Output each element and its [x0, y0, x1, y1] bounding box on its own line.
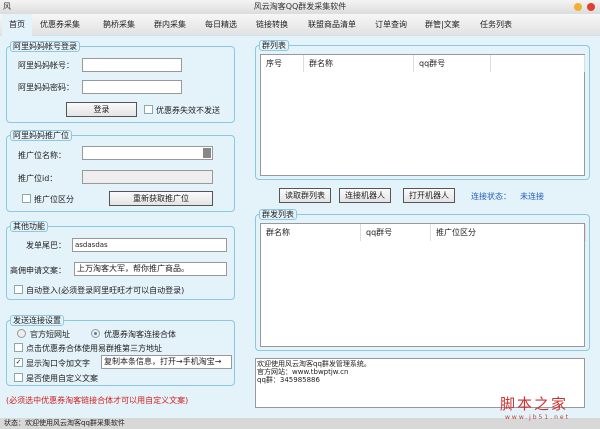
group-list-group: 群列表 序号 群名称 qq群号 [255, 40, 590, 180]
login-button[interactable]: 登录 [66, 102, 137, 117]
tab-queqiao[interactable]: 鹊桥采集 [103, 19, 135, 30]
close-button[interactable] [587, 3, 595, 11]
connection-status-label: 连接状态： [471, 192, 511, 201]
group-title: 群列表 [259, 40, 289, 51]
radio-official-label: 官方短网址 [30, 330, 70, 339]
column-header-index[interactable]: 序号 [261, 55, 304, 72]
dropdown-arrow-icon[interactable] [203, 148, 211, 158]
custom-text-checkbox[interactable] [14, 373, 23, 382]
adzone-name-select[interactable] [82, 146, 213, 160]
tab-link-convert[interactable]: 链接转换 [256, 19, 288, 30]
refresh-adzone-button[interactable]: 重新获取推广位 [109, 191, 213, 206]
connection-status-value: 未连接 [520, 192, 544, 201]
password-input[interactable] [82, 80, 182, 94]
autologin-label: 自动登入(必须登录阿里旺旺才可以自动登录) [26, 286, 185, 295]
column-header-group-name[interactable]: 群名称 [261, 224, 361, 241]
tkl-checkbox[interactable]: ✓ [14, 358, 23, 367]
send-list-group: 群发列表 群名称 qq群号 推广位区分 [255, 209, 590, 351]
tab-coupon[interactable]: 优惠券采集 [40, 19, 80, 30]
column-header-group-name[interactable]: 群名称 [304, 55, 414, 72]
custom-text-note: (必须选中优惠券淘客链接合体才可以用自定义文案) [6, 396, 189, 405]
column-header-empty [491, 55, 585, 72]
tab-union-list[interactable]: 联盟商品清单 [308, 19, 356, 30]
group-list-table[interactable]: 序号 群名称 qq群号 [260, 54, 585, 176]
coupon-invalid-label: 优惠券失效不发送 [156, 106, 220, 115]
tab-bar: 首页 优惠券采集 鹊桥采集 群内采集 每日精选 链接转换 联盟商品清单 订单查询… [0, 14, 600, 36]
tab-group-admin[interactable]: 群管|文案 [425, 19, 460, 30]
connect-robot-button[interactable]: 连接机器人 [339, 188, 391, 203]
open-robot-button[interactable]: 打开机器人 [403, 188, 455, 203]
watermark-logo: 脚本之家 [500, 395, 569, 413]
password-label: 阿里妈妈密码： [18, 83, 74, 92]
other-functions-group: 其他功能 发单尾巴： asdasdas 高佣申请文案： 上万淘客大军，帮你推广商… [6, 221, 235, 300]
log-line: 官方网站：www.tbwptjw.cn [257, 368, 349, 376]
tab-orders[interactable]: 订单查询 [375, 19, 407, 30]
third-party-label: 点击优惠券合体使用易群推第三方地址 [26, 344, 162, 353]
send-settings-group: 发送连接设置 官方短网址 优惠券淘客连接合体 点击优惠券合体使用易群推第三方地址… [6, 315, 235, 386]
group-title: 发送连接设置 [10, 315, 64, 326]
tab-tasks[interactable]: 任务列表 [480, 19, 512, 30]
send-list-table[interactable]: 群名称 qq群号 推广位区分 [260, 223, 586, 347]
adzone-group: 阿里妈妈推广位 推广位名称： 推广位id： 推广位区分 重新获取推广位 [6, 130, 235, 212]
account-input[interactable] [82, 58, 182, 72]
apply-label: 高佣申请文案： [10, 266, 66, 275]
adzone-id-label: 推广位id： [18, 174, 58, 183]
apply-input[interactable]: 上万淘客大军，帮你推广商品。 [74, 262, 227, 276]
custom-text-label: 是否使用自定义文案 [26, 374, 98, 383]
title-bar: 风 风云淘客QQ群发采集软件 [0, 0, 600, 14]
account-label: 阿里妈妈帐号： [18, 61, 74, 70]
log-line: 欢迎使用风云淘客qq群发管理系统。 [257, 360, 371, 368]
autologin-checkbox[interactable] [14, 285, 23, 294]
tail-input[interactable]: asdasdas [72, 238, 227, 252]
group-title: 阿里妈妈推广位 [10, 130, 72, 141]
third-party-checkbox[interactable] [14, 343, 23, 352]
tkl-label: 显示淘口令加文字 [26, 359, 90, 368]
tkl-text-input[interactable]: 复制本条信息，打开→手机淘宝→ [101, 355, 232, 369]
radio-coupon-combo[interactable] [91, 329, 100, 338]
radio-combo-label: 优惠券淘客连接合体 [104, 330, 176, 339]
adzone-distinguish-label: 推广位区分 [34, 195, 74, 204]
tab-daily[interactable]: 每日精选 [205, 19, 237, 30]
adzone-distinguish-checkbox[interactable] [22, 194, 31, 203]
log-line: qq群：345985886 [257, 376, 320, 384]
group-title: 其他功能 [10, 221, 48, 232]
group-title: 群发列表 [259, 209, 297, 220]
coupon-invalid-checkbox[interactable] [144, 105, 153, 114]
minimize-button[interactable] [574, 3, 582, 11]
window-title: 风云淘客QQ群发采集软件 [253, 2, 347, 11]
login-group: 阿里妈妈帐号登录 阿里妈妈帐号： 阿里妈妈密码： 登录 优惠券失效不发送 [6, 41, 235, 123]
adzone-id-input[interactable] [82, 170, 213, 184]
watermark-url: www.jb51.net [505, 414, 570, 421]
app-logo: 风 [3, 2, 11, 11]
column-header-qq-number[interactable]: qq群号 [414, 55, 491, 72]
tail-label: 发单尾巴： [26, 241, 66, 250]
column-header-adzone[interactable]: 推广位区分 [431, 224, 586, 241]
read-group-list-button[interactable]: 读取群列表 [279, 188, 331, 203]
adzone-name-label: 推广位名称： [18, 151, 66, 160]
radio-official-url[interactable] [17, 329, 26, 338]
group-title: 阿里妈妈帐号登录 [10, 41, 80, 52]
tab-home[interactable]: 首页 [2, 14, 32, 36]
tab-group-collect[interactable]: 群内采集 [154, 19, 186, 30]
column-header-qq-number[interactable]: qq群号 [361, 224, 431, 241]
